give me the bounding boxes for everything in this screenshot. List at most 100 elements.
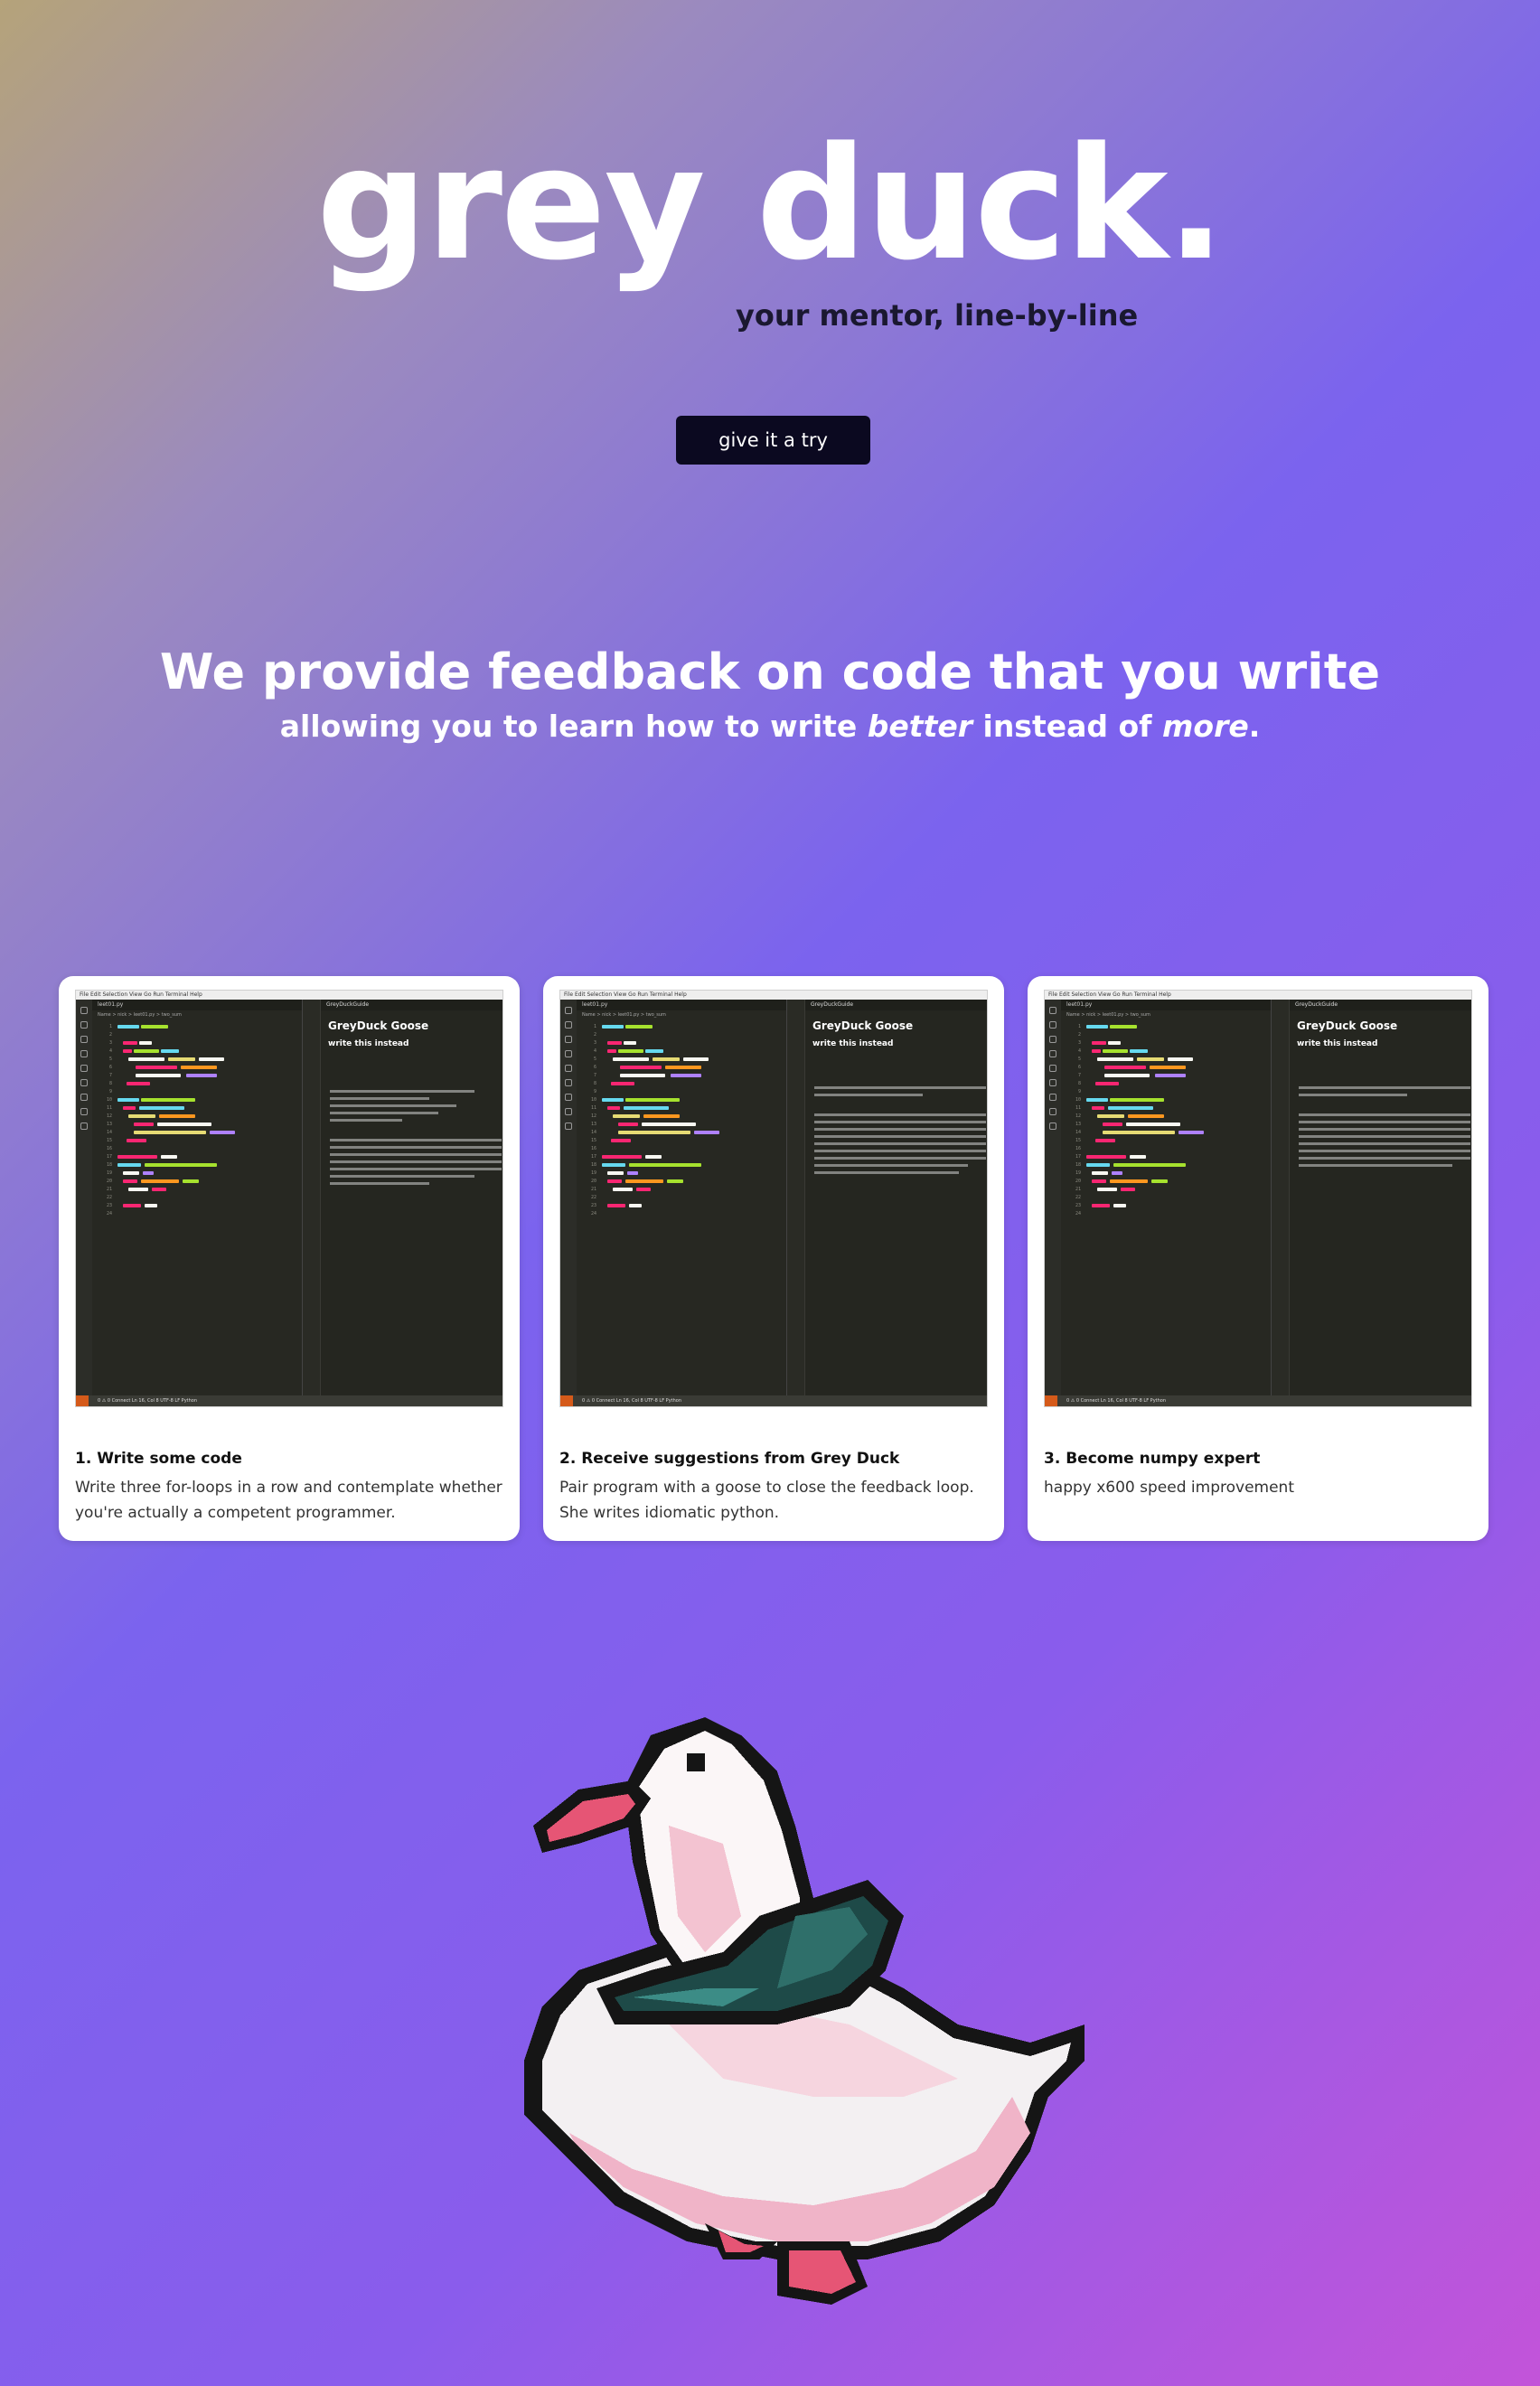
activity-icon xyxy=(80,1123,88,1130)
suggestion-text-line xyxy=(330,1146,502,1149)
code-token xyxy=(602,1098,624,1102)
suggestion-text-line xyxy=(814,1113,986,1116)
code-token xyxy=(1095,1139,1115,1142)
code-line xyxy=(602,1104,783,1113)
code-token xyxy=(123,1049,132,1053)
code-token xyxy=(1137,1057,1164,1061)
suggestion-text-line xyxy=(814,1150,986,1152)
suggestion-text-line xyxy=(814,1128,986,1131)
code-token xyxy=(141,1098,195,1102)
code-line xyxy=(602,1161,783,1170)
code-editor: leet01.py Name > nick > leet01.py > two_s… xyxy=(577,1000,786,1395)
code-line xyxy=(117,1080,298,1088)
code-token xyxy=(157,1123,211,1126)
code-token xyxy=(1151,1179,1168,1183)
remote-indicator xyxy=(76,1395,89,1406)
code-token xyxy=(1110,1098,1164,1102)
code-token xyxy=(618,1131,690,1134)
suggestion-text-line xyxy=(330,1160,502,1163)
code-token xyxy=(620,1074,665,1077)
activity-icon xyxy=(1049,1050,1056,1057)
step-title: 2. Receive suggestions from Grey Duck xyxy=(559,1450,900,1468)
code-token xyxy=(134,1123,154,1126)
activity-bar xyxy=(1045,1000,1061,1395)
code-line xyxy=(602,1137,783,1145)
code-token xyxy=(161,1049,179,1053)
code-line xyxy=(602,1072,783,1080)
code-token xyxy=(1110,1179,1148,1183)
minimap xyxy=(786,1000,804,1395)
activity-icon xyxy=(1049,1065,1056,1072)
suggestion-text-line xyxy=(330,1090,474,1093)
code-line xyxy=(117,1121,298,1129)
code-token xyxy=(645,1049,663,1053)
suggestion-text-line xyxy=(330,1097,429,1100)
code-token xyxy=(602,1155,642,1159)
code-token xyxy=(611,1082,634,1085)
code-token xyxy=(1126,1123,1180,1126)
code-line xyxy=(1086,1153,1267,1161)
code-token xyxy=(183,1179,199,1183)
editor-tab: leet01.py xyxy=(577,1000,786,1010)
step-description: Write three for-loops in a row and conte… xyxy=(75,1479,502,1522)
code-line xyxy=(117,1161,298,1170)
code-token xyxy=(141,1179,179,1183)
code-line xyxy=(117,1096,298,1104)
activity-icon xyxy=(565,1079,572,1086)
activity-icon xyxy=(565,1036,572,1043)
status-text: 0 ⚠ 0 Connect Ln 16, Col 8 UTF-8 LF Pyth… xyxy=(98,1398,198,1404)
code-token xyxy=(1092,1106,1104,1110)
suggestion-text-line xyxy=(1299,1121,1470,1123)
code-line xyxy=(117,1186,298,1194)
code-line xyxy=(602,1153,783,1161)
code-token xyxy=(136,1074,181,1077)
code-line xyxy=(602,1202,783,1210)
feedback-sub-text-1: allowing you to learn how to write xyxy=(279,709,868,744)
step-description: Pair program with a goose to close the f… xyxy=(559,1479,974,1522)
code-token xyxy=(1104,1066,1146,1069)
code-token xyxy=(1086,1025,1108,1029)
step-card: File Edit Selection View Go Run Terminal… xyxy=(59,976,520,1541)
code-token xyxy=(1092,1041,1106,1045)
code-line xyxy=(117,1104,298,1113)
line-numbers: 1 2 3 4 5 6 7 8 9 10 11 12 13 14 15 16 1… xyxy=(590,1024,596,1216)
panel-title: GreyDuck Goose xyxy=(812,1019,914,1032)
code-token xyxy=(1086,1098,1108,1102)
code-token xyxy=(667,1179,683,1183)
code-token xyxy=(618,1123,638,1126)
code-token xyxy=(643,1114,680,1118)
code-token xyxy=(602,1025,624,1029)
status-bar: 0 ⚠ 0 Connect Ln 16, Col 8 UTF-8 LF Pyth… xyxy=(560,1395,987,1406)
code-token xyxy=(123,1041,137,1045)
code-line xyxy=(602,1121,783,1129)
suggestion-text-line xyxy=(330,1139,502,1141)
activity-bar xyxy=(76,1000,92,1395)
code-line xyxy=(1086,1080,1267,1088)
code-token xyxy=(624,1106,669,1110)
code-line xyxy=(117,1072,298,1080)
suggestion-text-line xyxy=(814,1164,968,1167)
code-token xyxy=(1155,1074,1186,1077)
minimap xyxy=(302,1000,320,1395)
code-line xyxy=(602,1186,783,1194)
code-token xyxy=(199,1057,224,1061)
code-line xyxy=(1086,1186,1267,1194)
step-card: File Edit Selection View Go Run Terminal… xyxy=(1028,976,1488,1541)
activity-icon xyxy=(1049,1123,1056,1130)
code-token xyxy=(613,1188,633,1191)
try-button[interactable]: give it a try xyxy=(676,416,870,465)
code-token xyxy=(128,1188,148,1191)
code-token xyxy=(607,1204,625,1207)
code-token xyxy=(127,1082,150,1085)
code-line xyxy=(602,1113,783,1121)
panel-tab: GreyDuckGuide xyxy=(321,1000,502,1010)
suggestion-text-line xyxy=(814,1121,986,1123)
code-token xyxy=(636,1188,651,1191)
editor-breadcrumb: Name > nick > leet01.py > two_sum xyxy=(1066,1012,1150,1018)
